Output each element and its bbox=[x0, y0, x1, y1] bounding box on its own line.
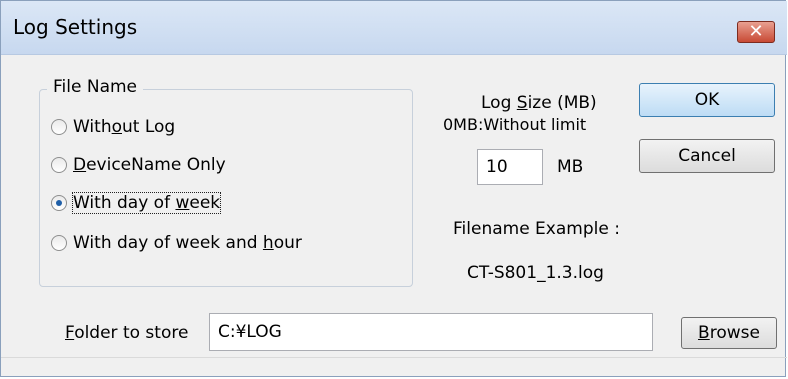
radio-label: With day of week bbox=[71, 192, 222, 214]
radio-button-icon bbox=[51, 235, 67, 251]
log-size-input[interactable]: 10 bbox=[477, 149, 543, 185]
filename-example-value: CT-S801_1.3.log bbox=[467, 263, 604, 283]
log-size-label: Log Size (MB) bbox=[481, 93, 597, 113]
radio-label: With day of week and hour bbox=[73, 233, 302, 253]
folder-label: Folder to store bbox=[65, 323, 189, 343]
window-title: Log Settings bbox=[13, 15, 138, 39]
folder-path-input[interactable]: C:¥LOG bbox=[209, 313, 653, 351]
close-icon: ✕ bbox=[748, 21, 764, 42]
radio-button-icon bbox=[51, 119, 67, 135]
radio-label: DeviceName Only bbox=[73, 155, 226, 175]
radio-button-icon bbox=[51, 157, 67, 173]
browse-button[interactable]: Browse bbox=[681, 317, 777, 349]
file-name-legend: File Name bbox=[47, 77, 144, 97]
radio-button-selected-icon bbox=[51, 195, 67, 211]
cancel-button[interactable]: Cancel bbox=[639, 139, 775, 173]
bottom-divider bbox=[1, 357, 787, 358]
log-size-unit: MB bbox=[557, 157, 584, 177]
title-bar[interactable]: Log Settings ✕ bbox=[1, 1, 787, 55]
ok-button[interactable]: OK bbox=[639, 83, 775, 117]
close-button[interactable]: ✕ bbox=[737, 21, 775, 43]
filename-example-label: Filename Example : bbox=[453, 219, 620, 239]
log-settings-dialog: Log Settings ✕ File Name Without Log Dev… bbox=[0, 0, 787, 377]
log-size-hint: 0MB:Without limit bbox=[443, 115, 587, 134]
radio-label: Without Log bbox=[73, 117, 176, 137]
